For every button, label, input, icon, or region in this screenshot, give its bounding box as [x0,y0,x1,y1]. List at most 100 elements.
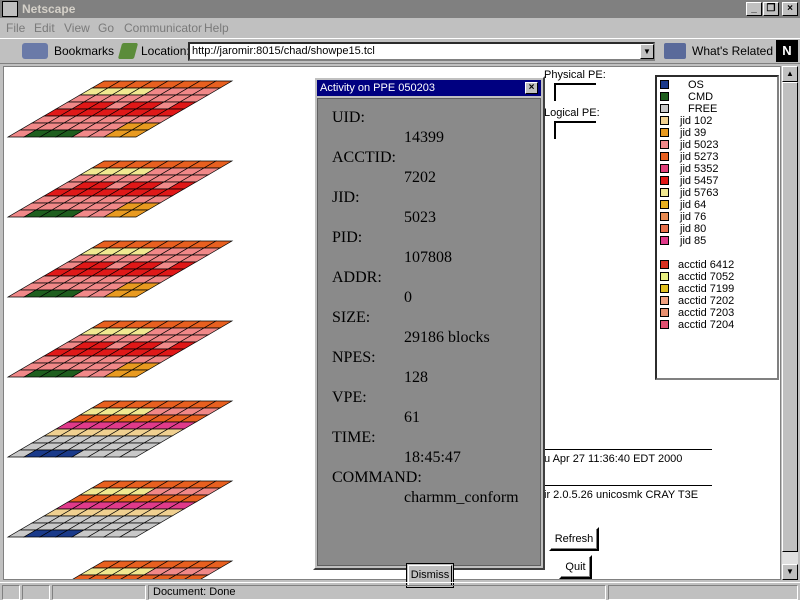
field-label: ACCTID: [332,149,396,166]
physical-pe-field [554,83,596,101]
field-value: 18:45:47 [404,449,461,466]
date-text: u Apr 27 11:36:40 EDT 2000 [544,453,683,465]
bookmarks-icon[interactable] [22,43,48,59]
field-label: SIZE: [332,309,371,326]
field-label: PID: [332,229,363,246]
location-icon[interactable] [117,43,139,59]
field-label: ADDR: [332,269,382,286]
legend-swatch [660,320,669,329]
legend-swatch [660,116,669,125]
legend-swatch [660,200,669,209]
dialog-title-bar: Activity on PPE 050203 × [317,80,541,96]
bookmarks-button[interactable]: Bookmarks [54,44,114,58]
maximize-button[interactable]: ❐ [763,2,779,16]
minimize-button[interactable]: _ [746,2,762,16]
legend-swatch [660,284,669,293]
legend-label: jid 5273 [680,151,719,163]
legend-swatch [660,272,669,281]
menu-file[interactable]: File [6,21,25,35]
legend-label: jid 85 [680,235,707,247]
status-text: Document: Done [148,585,606,600]
field-value: 14399 [404,129,444,146]
legend-swatch [660,260,669,269]
legend-swatch [660,188,669,197]
field-value: 7202 [404,169,436,186]
scroll-thumb[interactable] [782,82,798,552]
activity-dialog: Activity on PPE 050203 × Dismiss UID: 143… [313,76,545,588]
close-button[interactable]: × [782,2,798,16]
legend-label: acctid 7052 [678,271,735,283]
legend-swatch [660,152,669,161]
scroll-up-icon[interactable]: ▲ [782,66,798,82]
connection-icon [22,585,50,600]
legend-swatch [660,296,669,305]
field-label: VPE: [332,389,367,406]
divider [544,449,712,450]
scroll-down-icon[interactable]: ▼ [782,564,798,580]
legend-label: acctid 7203 [678,307,735,319]
legend-swatch [660,128,669,137]
status-bar: Document: Done [0,582,800,600]
vertical-scrollbar[interactable]: ▲ ▼ [782,66,798,580]
pe-layer[interactable] [6,480,234,538]
legend-label: jid 39 [680,127,707,139]
legend-swatch [660,224,669,233]
whats-related-icon[interactable] [664,43,686,59]
location-toolbar: Bookmarks Location: http://jaromir:8015/… [0,38,800,64]
menu-edit[interactable]: Edit [34,21,55,35]
location-input[interactable]: http://jaromir:8015/chad/showpe15.tcl [188,42,655,61]
dialog-title: Activity on PPE 050203 [320,82,435,94]
field-label: NPES: [332,349,376,366]
legend-label: FREE [688,103,718,115]
location-label: Location: [141,44,190,58]
location-dropdown-icon[interactable]: ▼ [640,44,654,59]
field-label: COMMAND: [332,469,422,486]
legend-label: OS [688,79,704,91]
security-icon[interactable] [2,585,20,600]
field-value: 5023 [404,209,436,226]
pe-layer[interactable] [6,160,234,218]
pe-layer[interactable] [6,240,234,298]
pe-layers-diagram[interactable] [4,67,324,580]
legend-label: acctid 7199 [678,283,735,295]
legend-swatch [660,104,669,113]
quit-button[interactable]: Quit [559,555,592,579]
progress-bar [52,585,146,600]
legend-label: jid 76 [680,211,707,223]
legend-label: jid 5457 [680,175,719,187]
field-value: 128 [404,369,428,386]
legend-swatch [660,212,669,221]
pe-layer[interactable] [8,560,234,580]
pe-layer[interactable] [6,80,234,138]
netscape-n-icon[interactable]: N [776,40,798,62]
pe-layer[interactable] [6,400,234,458]
menu-go[interactable]: Go [98,21,114,35]
legend-label: acctid 7202 [678,295,735,307]
refresh-button[interactable]: Refresh [549,527,599,551]
pe-layer[interactable] [6,320,234,378]
legend-swatch [660,308,669,317]
field-value: charmm_conform [404,489,519,506]
legend-swatch [660,140,669,149]
field-label: UID: [332,109,365,126]
legend-swatch [660,92,669,101]
dialog-body: Dismiss UID: 14399 ACCTID: 7202 JID: 5023 PID:… [317,98,541,588]
divider [544,485,712,486]
legend-label: jid 80 [680,223,707,235]
physical-pe-label: Physical PE: [544,69,606,81]
legend-label: CMD [688,91,714,103]
menu-bar: File Edit View Go Communicator Help [0,18,800,38]
menu-communicator[interactable]: Communicator [124,21,202,35]
legend-label: jid 102 [680,115,713,127]
legend-label: jid 5763 [680,187,719,199]
whats-related-button[interactable]: What's Related [692,44,773,58]
legend-swatch [660,236,669,245]
netscape-logo-icon [2,1,18,17]
field-label: TIME: [332,429,376,446]
legend-label: jid 5023 [680,139,719,151]
field-value: 29186 blocks [404,329,490,346]
field-value: 61 [404,409,420,426]
menu-view[interactable]: View [64,21,90,35]
menu-help[interactable]: Help [204,21,229,35]
dialog-close-button[interactable]: × [525,82,538,94]
